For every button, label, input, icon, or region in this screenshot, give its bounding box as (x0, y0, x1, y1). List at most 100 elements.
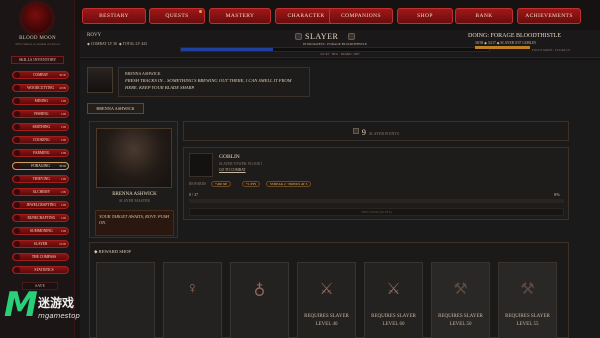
slayer-task: GOBLIN SLAYER TOWER: FLOOR I GO TO COMBA… (183, 147, 569, 220)
skill-icon (14, 189, 20, 195)
skill-icon (14, 267, 20, 273)
task-progress-percent: 0% (553, 192, 560, 197)
sidebar-item-label: FARMING (33, 151, 50, 155)
shop-item[interactable]: ⚒ REQUIRES SLAYER LEVEL 50 (431, 262, 490, 338)
shop-item-requirement: REQUIRES SLAYER LEVEL 40 (304, 314, 349, 327)
master-name: BRENNA ASHWICK (112, 192, 157, 197)
doing-progress-fill (475, 46, 530, 49)
skill-icon (14, 241, 20, 247)
sidebar-item-label: ALCHEMY (32, 190, 51, 194)
sidebar-item-level: 43/99 (59, 86, 66, 90)
skill-icon (14, 163, 20, 169)
sidebar-item-label: THIEVING (32, 177, 50, 181)
sidebar-item-the-compass[interactable]: THE COMPASS (12, 253, 69, 261)
master-quote: YOUR TARGET AWAITS, ROVY. PUSH ON. (95, 210, 174, 236)
shop-item-icon: ⚒ (520, 281, 535, 298)
in-progress-text: IN PROGRESS - FORAGE BLOODTHISTLE (302, 42, 368, 46)
nav-mastery[interactable]: MASTERY (209, 8, 271, 24)
xp-text: LV 22 · 30% · 203,601 / 667 (320, 52, 360, 56)
nav-character[interactable]: CHARACTER (275, 8, 337, 24)
sidebar-item-fishing[interactable]: FISHING 1/99 (12, 110, 69, 118)
shop-item[interactable] (96, 262, 155, 338)
shop-title: ◆ REWARD SHOP (94, 249, 131, 254)
sidebar-item-runecrafting[interactable]: RUNECRAFTING 1/99 (12, 214, 69, 222)
sidebar-item-label: FORAGING (31, 164, 50, 168)
sidebar-item-label: STATISTICS (34, 268, 54, 272)
npc-dialogue: BRENNA ASHWICK FRESH TRACKS IN... SOMETH… (118, 67, 310, 97)
skills-inventory-button[interactable]: SKILLS INVENTORY (11, 56, 64, 64)
slayer-points: 9 SLAYER POINTS (183, 121, 569, 141)
sidebar-item-label: RUNECRAFTING (27, 216, 56, 220)
sidebar-item-slayer[interactable]: SLAYER 22/99 (12, 240, 69, 248)
sidebar-item-label: JEWELCRAFTING (26, 203, 56, 207)
player-name: ROVY (87, 33, 102, 38)
shop-item-icon: ⚔ (319, 281, 334, 298)
watermark-url: mgamestop (38, 312, 80, 320)
sidebar-item-cooking[interactable]: COOKING 1/99 (12, 136, 69, 144)
nav-bestiary[interactable]: BESTIARY (82, 8, 146, 24)
shop-item-icon: ♁ (253, 281, 266, 298)
task-progress-label: 0 / 37 (189, 192, 199, 197)
shop-item-icon: ⚒ (453, 281, 468, 298)
sidebar-item-label: THE COMPASS (31, 255, 57, 259)
skill-icon (14, 202, 20, 208)
go-to-combat-link[interactable]: GO TO COMBAT (219, 168, 246, 172)
top-navigation: BESTIARY QUESTS MASTERY CHARACTER COMPAN… (75, 0, 600, 28)
combat-level: ◆ COMBAT LV 30 (87, 42, 117, 46)
sidebar-item-woodcutting[interactable]: WOODCUTTING 43/99 (12, 84, 69, 92)
sidebar-item-level: 22/99 (59, 242, 66, 246)
rewards-label: REWARDS (189, 182, 207, 186)
sidebar-item-level: 1/99 (60, 99, 66, 103)
shop-item[interactable]: ♁ (230, 262, 289, 338)
sidebar-item-smithing[interactable]: SMITHING 1/99 (12, 123, 69, 131)
reward-points-badge: +1 PTS (242, 181, 261, 187)
sidebar-item-farming[interactable]: FARMING 1/99 (12, 149, 69, 157)
points-icon (352, 128, 359, 135)
sidebar-item-label: SMITHING (32, 125, 51, 129)
task-tier: SLAYER TOWER: FLOOR I (219, 162, 262, 166)
skill-icon (14, 72, 20, 78)
sidebar-item-alchemy[interactable]: ALCHEMY 1/99 (12, 188, 69, 196)
npc-text: FRESH TRACKS IN... SOMETHING'S BREWING O… (125, 78, 292, 90)
skill-icon (14, 176, 20, 182)
reward-shop: ◆ REWARD SHOP ♀ ♁ ⚔ REQUIRES SLAYER LEVEL 4… (89, 242, 569, 338)
master-role: SLAYER MASTER (119, 199, 150, 203)
shop-item-icon: ⚔ (386, 281, 401, 298)
shop-item-requirement: REQUIRES SLAYER LEVEL 55 (505, 314, 550, 327)
sidebar-item-level: 1/99 (60, 229, 66, 233)
sidebar-item-level: 1/99 (60, 216, 66, 220)
doing-progress-bar (475, 46, 530, 49)
sidebar-item-label: COMBAT (33, 73, 49, 77)
nav-bank[interactable]: BANK (455, 8, 513, 24)
shop-item[interactable]: ♀ (163, 262, 222, 338)
shop-item[interactable]: ⚔ REQUIRES SLAYER LEVEL 60 (364, 262, 423, 338)
sidebar-item-thieving[interactable]: THIEVING 1/99 (12, 175, 69, 183)
npc-avatar (87, 67, 113, 93)
sidebar-item-jewelcrafting[interactable]: JEWELCRAFTING 1/99 (12, 201, 69, 209)
nav-achievements[interactable]: ACHIEVEMENTS (517, 8, 581, 24)
sidebar-item-summoning[interactable]: SUMMONING 1/99 (12, 227, 69, 235)
sidebar-item-label: MINING (34, 99, 49, 103)
sidebar-item-level: 1/99 (60, 151, 66, 155)
points-value: 9 (361, 128, 366, 137)
nav-shop[interactable]: SHOP (397, 8, 453, 24)
npc-button[interactable]: BRENNA ASHWICK (87, 103, 144, 114)
new-task-button[interactable]: NEW TASK (20 PTS) (189, 208, 564, 216)
skill-icon (14, 111, 20, 117)
sidebar-item-label: FISHING (34, 112, 49, 116)
doing-subtext: FOCUS MODE - CLEAR LV (532, 48, 571, 52)
sidebar-item-statistics[interactable]: STATISTICS (12, 266, 69, 274)
nav-quests[interactable]: QUESTS (149, 8, 205, 24)
skill-icon (14, 124, 20, 130)
skill-icon (14, 150, 20, 156)
sidebar-item-combat[interactable]: COMBAT 30/40 (12, 71, 69, 79)
nav-companions[interactable]: COMPANIONS (329, 8, 393, 24)
shop-item[interactable]: ⚔ REQUIRES SLAYER LEVEL 40 (297, 262, 356, 338)
doing-label: DOING: FORAGE BLOODTHISTLE (468, 33, 561, 39)
shop-item[interactable]: ⚒ REQUIRES SLAYER LEVEL 55 (498, 262, 557, 338)
sidebar-item-foraging[interactable]: FORAGING 38/99 (12, 162, 69, 170)
sidebar-item-label: SUMMONING (30, 229, 53, 233)
sidebar-item-level: 1/99 (60, 190, 66, 194)
sidebar-item-mining[interactable]: MINING 1/99 (12, 97, 69, 105)
sidebar-item-level: 30/40 (59, 73, 66, 77)
